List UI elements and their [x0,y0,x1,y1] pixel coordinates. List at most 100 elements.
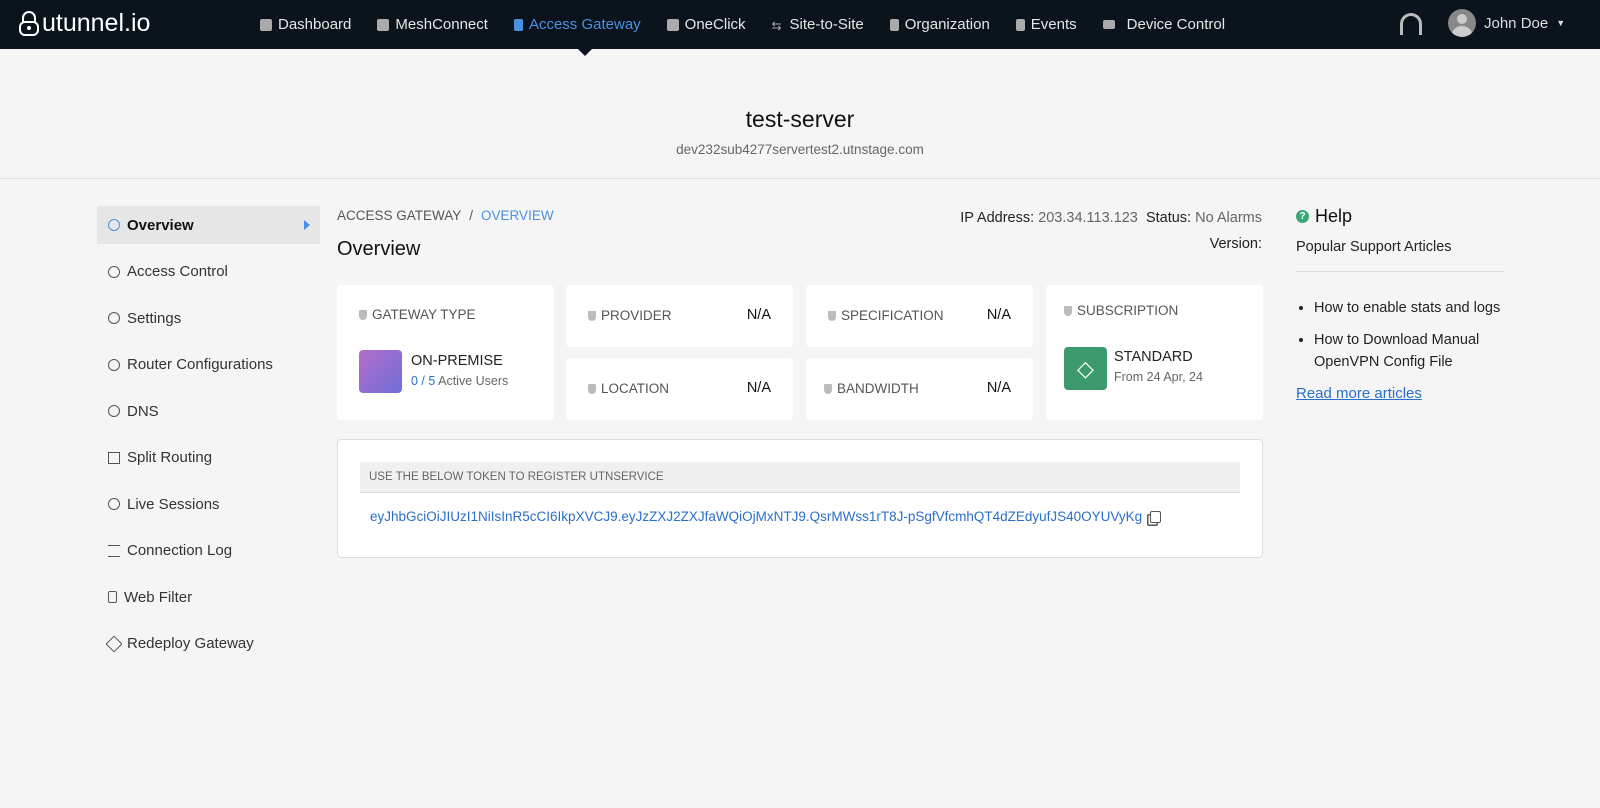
read-more-link[interactable]: Read more articles [1296,385,1504,402]
server-host: dev232sub4277servertest2.utnstage.com [676,142,924,157]
nav-events[interactable]: Events [1015,16,1077,33]
help-panel: ? Help Popular Support Articles How to en… [1296,206,1504,402]
card-label: BANDWIDTH [837,381,919,396]
sidebar-item-label: Access Control [127,263,228,280]
sidebar-item-label: Live Sessions [127,495,220,513]
sidebar-item-web-filter[interactable]: Web Filter [97,578,320,616]
location-value: N/A [746,380,771,396]
breadcrumb: ACCESS GATEWAY / OVERVIEW [337,208,554,223]
mesh-icon [377,18,390,31]
sidebar-item-label: Router Configurations [127,356,273,373]
user-menu[interactable]: John Doe ▼ [1448,9,1565,37]
sidebar-item-label: Settings [127,309,182,327]
gateway-type-card: GATEWAY TYPE ON-PREMISE 0 / 5 Active Use… [337,285,554,420]
users-separator: / [417,374,429,388]
support-headset-icon[interactable] [1400,13,1422,35]
nav-label: OneClick [684,16,746,33]
diamond-icon: ◇ [1064,347,1107,390]
shield-icon [824,383,832,394]
server-icon [513,18,523,31]
building-icon [889,18,899,31]
page-title: Overview [337,238,421,260]
sidebar-item-settings[interactable]: Settings [97,299,320,337]
avatar [1448,9,1476,37]
active-users-count: 0 [411,374,418,388]
user-name: John Doe [1484,14,1549,32]
brand-name: utunnel.io [42,9,151,37]
gateway-type-value: ON-PREMISE [411,353,503,369]
card-label: SPECIFICATION [841,308,944,323]
on-premise-icon [359,350,402,393]
lines-icon [108,544,120,557]
token-heading: USE THE BELOW TOKEN TO REGISTER UTNSERVI… [360,462,1240,493]
sidebar-item-live-sessions[interactable]: Live Sessions [97,485,320,523]
sidebar-item-connection-log[interactable]: Connection Log [97,532,320,570]
chevron-down-icon: ▼ [1556,18,1566,28]
provider-card: PROVIDER N/A [566,285,793,347]
card-label: PROVIDER [601,308,672,323]
brand-logo[interactable]: utunnel.io [18,9,150,38]
nav-label: MeshConnect [395,16,488,33]
shield-icon [588,383,596,394]
nav-site-to-site[interactable]: ⇆ Site-to-Site [772,16,864,33]
breadcrumb-separator: / [469,208,474,223]
nav-device-control[interactable]: Device Control [1102,16,1226,33]
breadcrumb-root[interactable]: ACCESS GATEWAY [337,208,461,223]
card-label: LOCATION [601,381,670,396]
sidebar-item-dns[interactable]: DNS [97,392,320,430]
sidebar-item-overview[interactable]: Overview [97,206,320,244]
nav-organization[interactable]: Organization [889,16,990,33]
sidebar-item-label: Overview [127,216,194,234]
nav-meshconnect[interactable]: MeshConnect [377,16,488,33]
sidebar-item-redeploy-gateway[interactable]: Redeploy Gateway [97,625,320,663]
list-icon [1015,18,1025,31]
status-label: Status: [1145,210,1192,226]
pie-chart-icon [108,219,120,231]
nav-label: Dashboard [278,16,352,33]
card-label: SUBSCRIPTION [1077,303,1179,318]
nav-access-gateway[interactable]: Access Gateway [513,16,641,33]
gateway-info: IP Address: 203.34.113.123 Status: No Al… [960,209,1262,254]
wrench-icon [108,358,120,371]
shield-icon [828,310,836,321]
sidebar-item-label: Split Routing [127,449,213,466]
subscription-plan: STANDARD [1114,349,1193,365]
upload-icon [105,635,123,652]
bandwidth-value: N/A [986,380,1011,396]
subscription-from: From 24 Apr, 24 [1114,370,1203,384]
globe-icon [108,405,120,417]
grid-icon [666,18,679,31]
sidebar-item-access-control[interactable]: Access Control [97,253,320,291]
specification-value: N/A [986,307,1011,323]
lock-logo-icon [19,10,39,36]
nav-dashboard[interactable]: Dashboard [260,16,351,33]
shield-icon [359,309,367,320]
nav-label: Device Control [1126,16,1226,33]
active-users: 0 / 5 Active Users [411,374,508,388]
sidebar-item-split-routing[interactable]: Split Routing [97,439,320,477]
server-header: test-server dev232sub4277servertest2.utn… [0,49,1600,179]
monitor-icon [1102,20,1115,29]
nav-label: Site-to-Site [789,16,864,33]
help-subtitle: Popular Support Articles [1296,239,1504,272]
sidebar-item-router-configurations[interactable]: Router Configurations [97,346,320,384]
registration-token[interactable]: eyJhbGciOiJIUzI1NiIsInR5cCI6IkpXVCJ9.eyJ… [370,509,1142,524]
sidebar-item-label: Redeploy Gateway [127,635,254,652]
users-total: 5 [428,374,436,388]
help-title: Help [1315,206,1353,226]
nav-oneclick[interactable]: OneClick [666,16,746,33]
status-value: No Alarms [1195,210,1262,226]
home-icon [260,18,272,31]
server-name: test-server [745,106,855,132]
copy-icon[interactable] [1150,510,1162,523]
subscription-card: SUBSCRIPTION ◇ STANDARD From 24 Apr, 24 [1046,285,1263,420]
gear-icon [108,312,120,324]
nav-label: Access Gateway [528,16,641,33]
help-article[interactable]: How to enable stats and logs [1314,297,1504,319]
active-users-label: Active Users [438,374,509,388]
lock-icon [108,591,117,603]
help-article[interactable]: How to Download Manual OpenVPN Config Fi… [1314,329,1504,373]
sidebar: Overview Access Control Settings Router … [97,206,320,671]
location-card: LOCATION N/A [566,358,793,420]
breadcrumb-current: OVERVIEW [481,208,554,223]
